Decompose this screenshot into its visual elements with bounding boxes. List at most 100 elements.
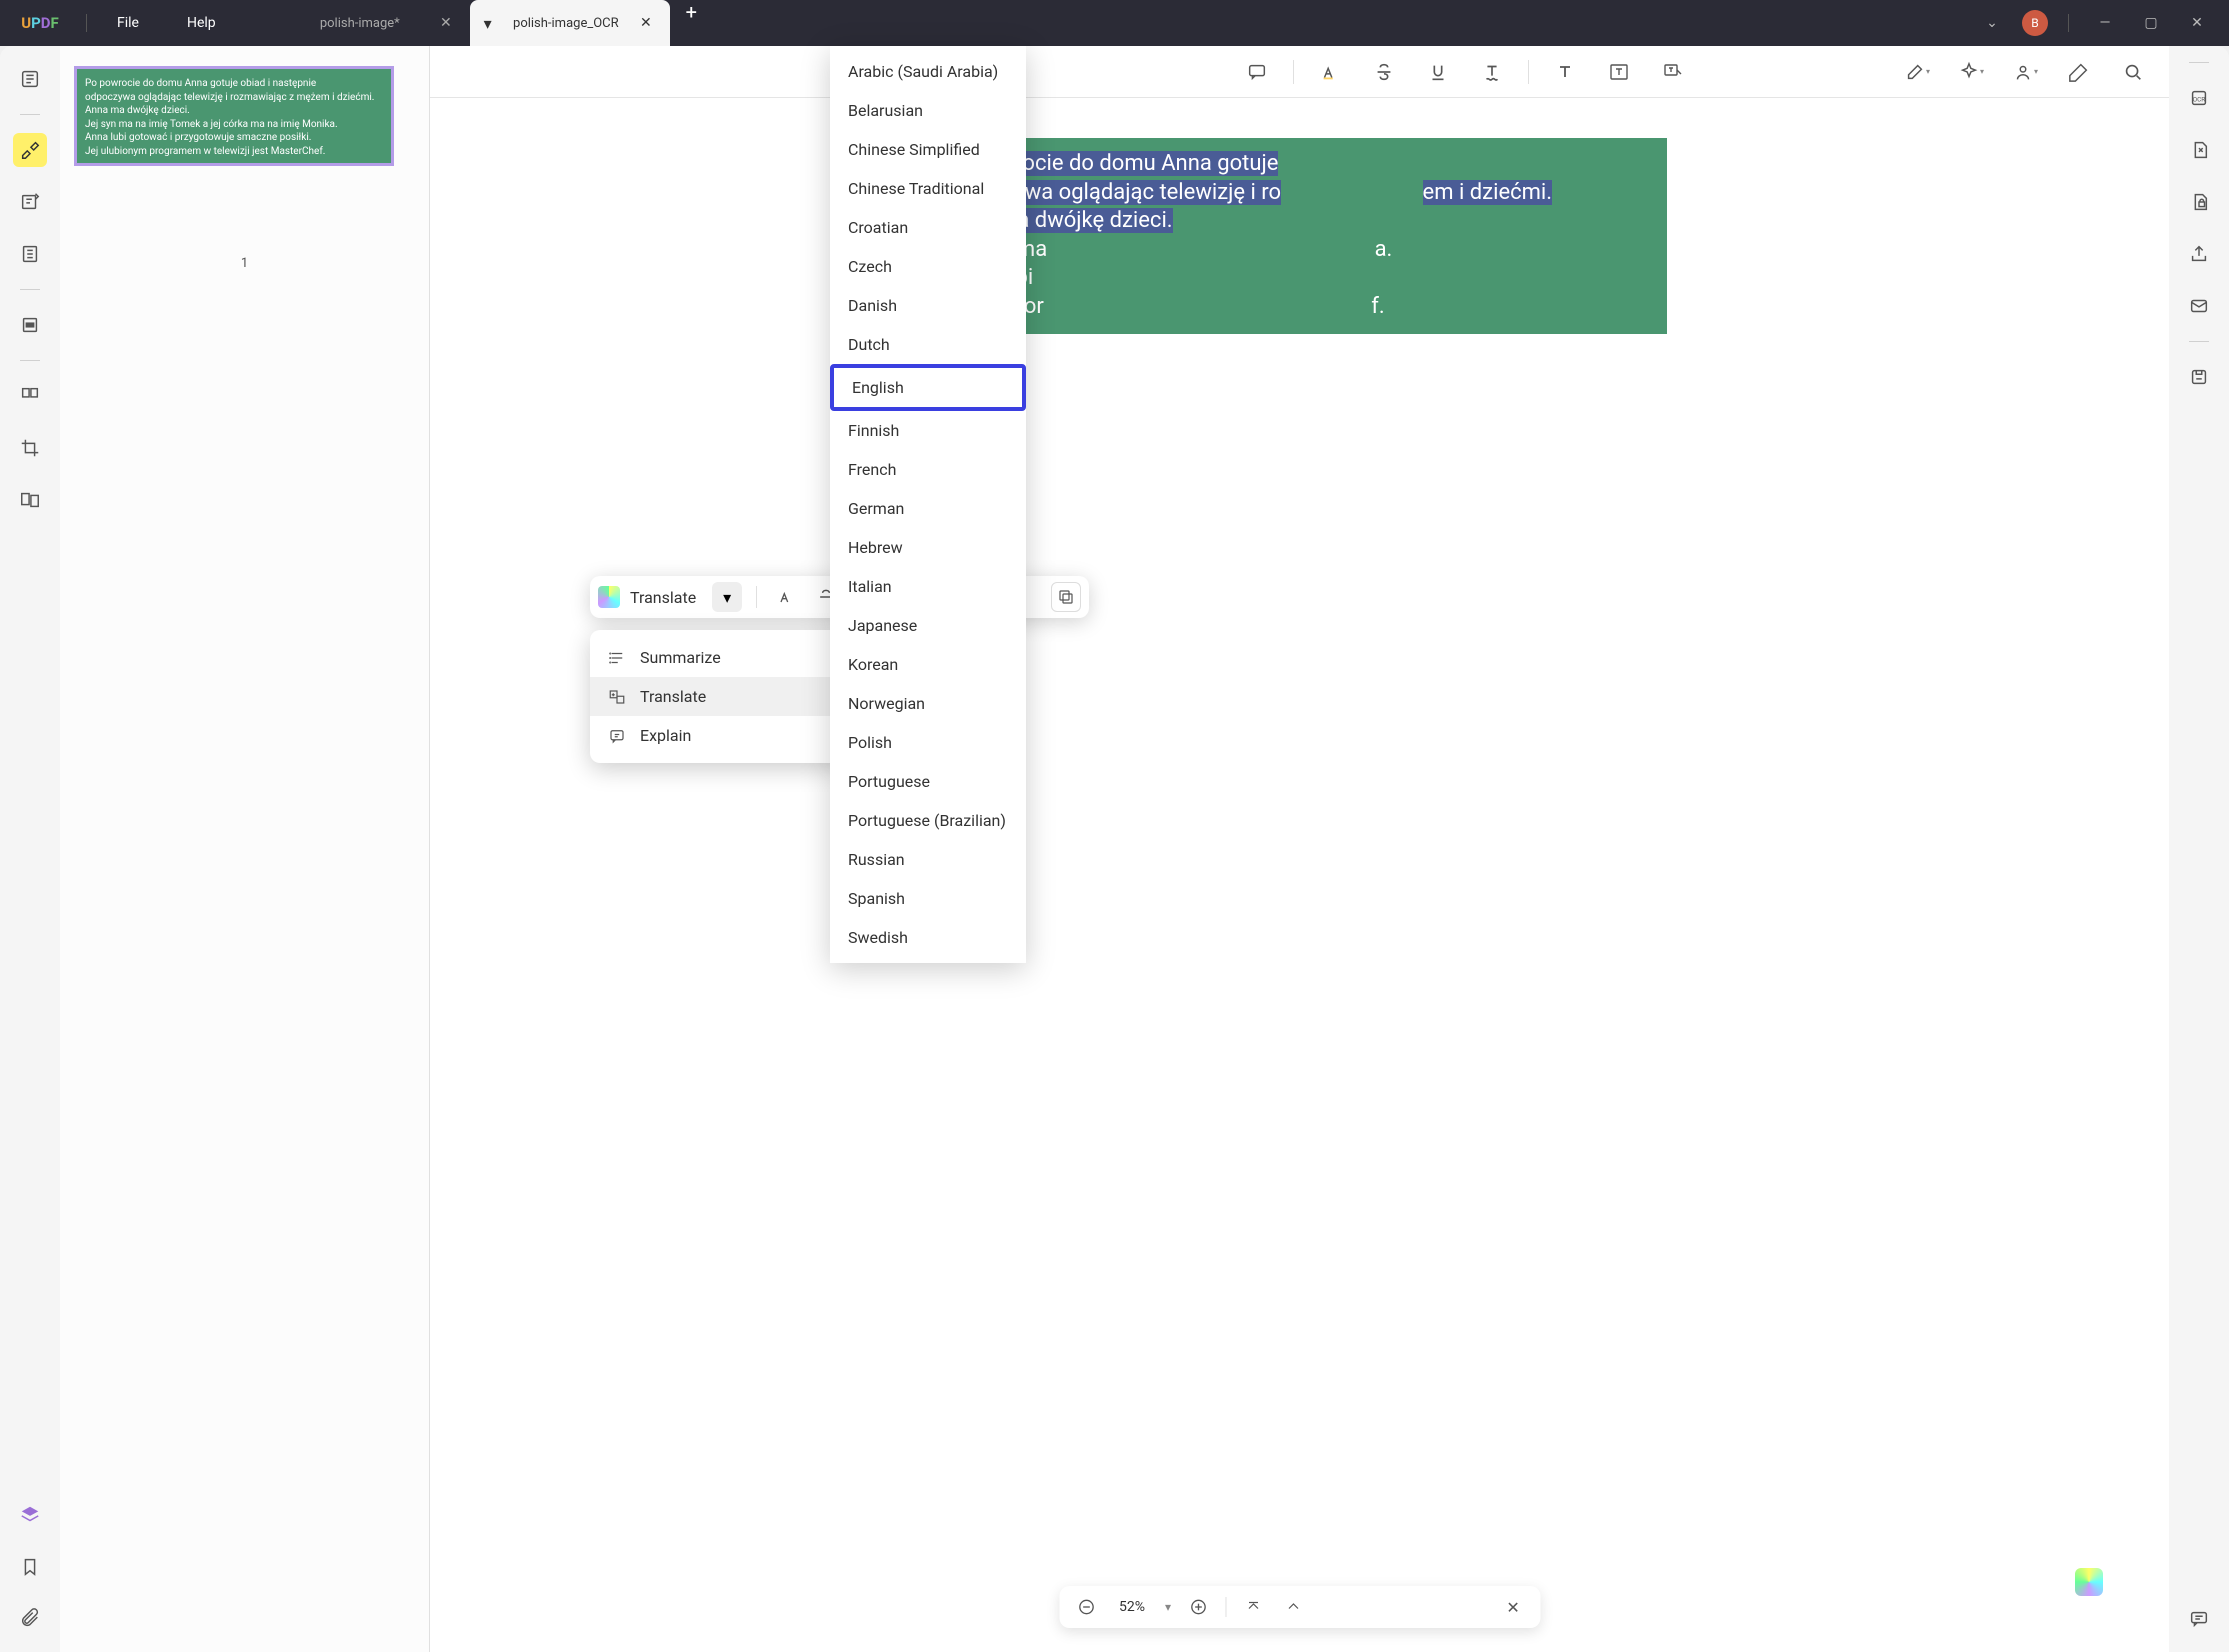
reader-icon[interactable] <box>13 62 47 96</box>
callout-icon[interactable] <box>1655 54 1691 90</box>
language-item[interactable]: Finnish <box>830 411 1026 450</box>
share-icon[interactable] <box>2182 237 2216 271</box>
chevron-down-icon[interactable]: ▾ <box>484 14 492 33</box>
page-number-label: 1 <box>74 256 415 271</box>
ai-logo-icon <box>598 586 620 608</box>
language-item[interactable]: Portuguese (Brazilian) <box>830 801 1026 840</box>
bookmark-icon[interactable] <box>13 1550 47 1584</box>
dropdown-button[interactable]: ▾ <box>712 582 742 612</box>
tabs: polish-image* ✕ ▾ polish-image_OCR ✕ + <box>270 0 1960 46</box>
organize-icon[interactable] <box>13 379 47 413</box>
format-toolbar: ▾ ▾ ▾ <box>430 46 2169 98</box>
squiggly-icon[interactable] <box>1474 54 1510 90</box>
comments-panel-icon[interactable] <box>2182 1602 2216 1636</box>
add-tab-button[interactable]: + <box>670 0 713 46</box>
language-item[interactable]: Dutch <box>830 325 1026 364</box>
edit-icon[interactable] <box>13 185 47 219</box>
chevron-down-icon[interactable]: ▾ <box>1165 1600 1171 1614</box>
menu-file[interactable]: File <box>93 15 163 31</box>
language-item[interactable]: Croatian <box>830 208 1026 247</box>
close-icon[interactable]: ✕ <box>636 13 656 33</box>
close-icon[interactable]: ✕ <box>436 13 456 33</box>
compare-icon[interactable] <box>13 483 47 517</box>
crop-icon[interactable] <box>13 431 47 465</box>
language-item[interactable]: Japanese <box>830 606 1026 645</box>
translate-label[interactable]: Translate <box>630 588 702 607</box>
language-item[interactable]: Arabic (Saudi Arabia) <box>830 52 1026 91</box>
tab-inactive[interactable]: polish-image* ✕ <box>270 0 470 46</box>
first-page-button[interactable] <box>1240 1594 1266 1620</box>
app-logo: UPDF <box>0 14 80 32</box>
highlight-icon[interactable] <box>771 582 801 612</box>
language-item[interactable]: Belarusian <box>830 91 1026 130</box>
close-button[interactable]: ✕ <box>2181 7 2213 39</box>
attachment-icon[interactable] <box>13 1602 47 1636</box>
email-icon[interactable] <box>2182 289 2216 323</box>
thumbnail-panel: Po powrocie do domu Anna gotuje obiad i … <box>60 46 430 1652</box>
ai-fab-button[interactable] <box>2075 1568 2103 1596</box>
language-item[interactable]: Italian <box>830 567 1026 606</box>
underline-icon[interactable] <box>1420 54 1456 90</box>
chevron-down-icon[interactable]: ⌄ <box>1976 7 2008 39</box>
language-item[interactable]: English <box>830 364 1026 411</box>
right-rail: OCR <box>2169 46 2229 1652</box>
language-item[interactable]: German <box>830 489 1026 528</box>
prev-page-button[interactable] <box>1280 1594 1306 1620</box>
page-thumbnail[interactable]: Po powrocie do domu Anna gotuje obiad i … <box>74 66 394 166</box>
save-icon[interactable] <box>2182 360 2216 394</box>
language-item[interactable]: Korean <box>830 645 1026 684</box>
eraser-icon[interactable]: ▾ <box>1899 54 1935 90</box>
menu-help[interactable]: Help <box>163 15 240 31</box>
language-item[interactable]: Swedish <box>830 918 1026 957</box>
zoom-value[interactable]: 52% <box>1113 1599 1151 1615</box>
language-item[interactable]: Czech <box>830 247 1026 286</box>
highlight-icon[interactable] <box>1312 54 1348 90</box>
language-menu: Arabic (Saudi Arabia)BelarusianChinese S… <box>830 46 1026 963</box>
zoom-in-button[interactable] <box>1185 1594 1211 1620</box>
language-item[interactable]: Russian <box>830 840 1026 879</box>
user-icon[interactable]: ▾ <box>2007 54 2043 90</box>
pages-icon[interactable] <box>13 237 47 271</box>
redact-icon[interactable] <box>13 308 47 342</box>
language-item[interactable]: Norwegian <box>830 684 1026 723</box>
language-item[interactable]: Chinese Traditional <box>830 169 1026 208</box>
main-area: ▾ ▾ ▾ Po powrocie do domu Anna gotuje od… <box>430 46 2169 1652</box>
language-item[interactable]: Portuguese <box>830 762 1026 801</box>
zoom-bar: 52% ▾ ✕ <box>1059 1586 1540 1628</box>
search-icon[interactable] <box>2115 54 2151 90</box>
titlebar: UPDF File Help polish-image* ✕ ▾ polish-… <box>0 0 2229 46</box>
minimize-button[interactable]: — <box>2089 7 2121 39</box>
left-rail <box>0 46 60 1652</box>
layers-icon[interactable] <box>13 1498 47 1532</box>
textbox-icon[interactable] <box>1547 54 1583 90</box>
strikethrough-icon[interactable] <box>1366 54 1402 90</box>
language-item[interactable]: Spanish <box>830 879 1026 918</box>
comment-icon[interactable] <box>1239 54 1275 90</box>
language-item[interactable]: Hebrew <box>830 528 1026 567</box>
sparkle-icon[interactable]: ▾ <box>1953 54 1989 90</box>
language-item[interactable]: French <box>830 450 1026 489</box>
tab-active[interactable]: ▾ polish-image_OCR ✕ <box>470 0 670 46</box>
language-item[interactable]: Danish <box>830 286 1026 325</box>
svg-text:OCR: OCR <box>2193 96 2206 104</box>
explain-item[interactable]: Explain <box>590 716 853 755</box>
highlighter-icon[interactable] <box>13 133 47 167</box>
close-zoom-button[interactable]: ✕ <box>1500 1594 1526 1620</box>
ocr-icon[interactable]: OCR <box>2182 81 2216 115</box>
document-page: Po powrocie do domu Anna gotuje odpoczyw… <box>430 98 2169 374</box>
export-icon[interactable] <box>2182 133 2216 167</box>
text-block[interactable]: Po powrocie do domu Anna gotuje odpoczyw… <box>932 138 1667 334</box>
typewriter-icon[interactable] <box>1601 54 1637 90</box>
protect-icon[interactable] <box>2182 185 2216 219</box>
copy-icon[interactable] <box>1051 582 1081 612</box>
language-item[interactable]: Chinese Simplified <box>830 130 1026 169</box>
summarize-item[interactable]: Summarize <box>590 638 853 677</box>
ai-dropdown-menu: Summarize Translate › Explain <box>590 630 853 763</box>
maximize-button[interactable]: ▢ <box>2135 7 2167 39</box>
zoom-out-button[interactable] <box>1073 1594 1099 1620</box>
pen-icon[interactable] <box>2061 54 2097 90</box>
avatar[interactable]: B <box>2022 10 2048 36</box>
translate-item[interactable]: Translate › <box>590 677 853 716</box>
language-item[interactable]: Polish <box>830 723 1026 762</box>
workspace: Po powrocie do domu Anna gotuje obiad i … <box>0 46 2229 1652</box>
